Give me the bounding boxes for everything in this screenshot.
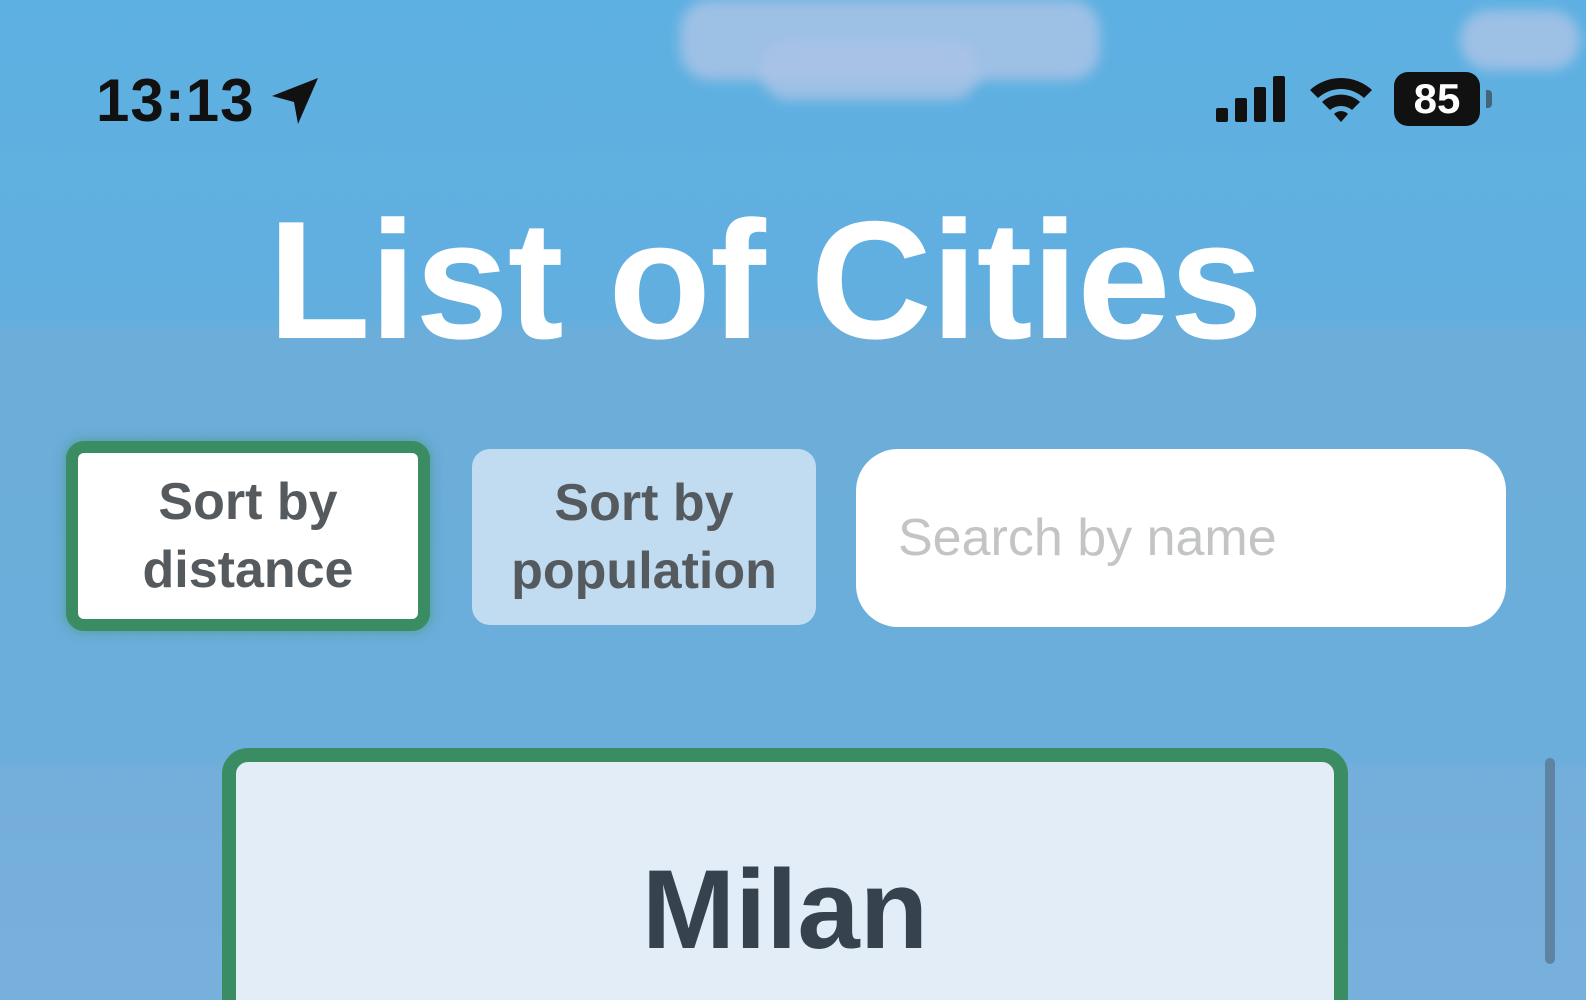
location-arrow-icon — [272, 78, 318, 124]
page-title: List of Cities — [267, 186, 1263, 374]
wifi-icon — [1310, 77, 1372, 122]
status-time: 13:13 — [96, 67, 255, 134]
city-card[interactable]: Milan — [222, 748, 1348, 1000]
battery-icon: 85 — [1394, 72, 1480, 126]
cellular-signal-icon — [1216, 76, 1285, 122]
city-name: Milan — [641, 847, 929, 972]
sort-by-population-button[interactable]: Sort by population — [472, 449, 816, 625]
battery-tip — [1486, 90, 1492, 108]
scrollbar[interactable] — [1545, 758, 1555, 964]
cloud — [760, 40, 980, 100]
sort-by-distance-button[interactable]: Sort by distance — [66, 441, 430, 631]
search-input[interactable] — [856, 449, 1506, 627]
cloud — [1460, 10, 1580, 70]
